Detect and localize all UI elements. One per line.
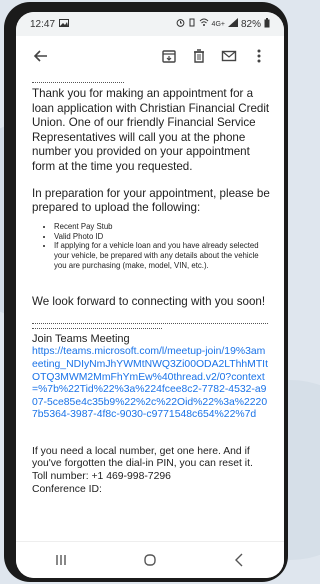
phone-screen: 12:47 4G+ 82% Thank you for making an ap… (16, 12, 284, 578)
phone-frame: 12:47 4G+ 82% Thank you for making an ap… (4, 2, 288, 582)
teams-title: Join Teams Meeting (32, 333, 130, 346)
signal-icon (227, 18, 238, 30)
divider (32, 82, 124, 83)
alarm-icon (176, 18, 185, 30)
divider (32, 323, 268, 325)
vibrate-icon (188, 18, 196, 30)
email-toolbar (16, 36, 284, 76)
network-label: 4G+ (211, 20, 225, 28)
closing-line: We look forward to connecting with you s… (32, 294, 266, 308)
toll-number: Toll number: +1 469-998-7296 (32, 471, 171, 483)
battery-icon (264, 17, 270, 31)
more-icon[interactable] (244, 41, 274, 71)
document-list: Recent Pay Stub Valid Photo ID If applyi… (32, 222, 270, 271)
preparation-paragraph: In preparation for your appointment, ple… (32, 186, 270, 215)
list-item: Valid Photo ID (54, 232, 270, 242)
navigation-bar (16, 541, 284, 578)
arrow-back-icon[interactable] (26, 41, 56, 71)
divider (32, 328, 162, 330)
back-icon[interactable] (219, 545, 259, 575)
local-number-text: If you need a local number, get one here… (32, 445, 253, 470)
list-item: Recent Pay Stub (54, 222, 270, 232)
list-item: If applying for a vehicle loan and you h… (54, 241, 270, 270)
intro-paragraph: Thank you for making an appointment for … (32, 87, 270, 173)
email-body: Thank you for making an appointment for … (16, 76, 284, 542)
archive-icon[interactable] (154, 41, 184, 71)
wifi-icon (199, 18, 209, 30)
mail-icon[interactable] (214, 41, 244, 71)
recent-apps-icon[interactable] (41, 545, 81, 575)
teams-meeting-link[interactable]: https://teams.microsoft.com/l/meetup-joi… (32, 346, 270, 422)
status-time: 12:47 (30, 18, 56, 30)
delete-icon[interactable] (184, 41, 214, 71)
gallery-icon (59, 18, 70, 30)
status-bar: 12:47 4G+ 82% (16, 12, 284, 36)
battery-percent: 82% (240, 18, 261, 30)
conference-id: Conference ID: (32, 483, 102, 495)
home-icon[interactable] (130, 545, 170, 575)
